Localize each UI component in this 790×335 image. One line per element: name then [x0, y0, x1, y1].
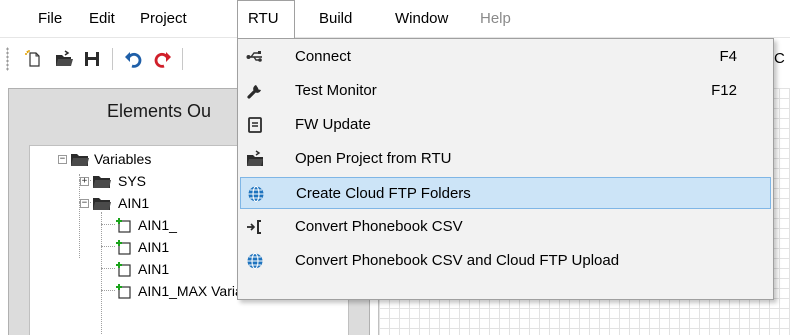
variable-icon: [116, 284, 131, 299]
folder-icon: [71, 154, 89, 166]
folder-icon: [93, 176, 111, 188]
menu-item-label: Test Monitor: [295, 82, 377, 99]
menu-item-label: Open Project from RTU: [295, 150, 452, 167]
menu-item-open-project-from-rtu[interactable]: Open Project from RTU: [240, 143, 771, 175]
tree-item-variable[interactable]: AIN1_MAX Variabl: [116, 280, 254, 302]
redo-icon[interactable]: [150, 47, 174, 71]
menu-item-label: Create Cloud FTP Folders: [296, 185, 471, 202]
menu-item-fw-update[interactable]: FW Update: [240, 109, 771, 141]
menu-edit[interactable]: Edit: [79, 0, 125, 38]
usb-icon: [246, 48, 264, 66]
menu-item-label: Convert Phonebook CSV: [295, 218, 463, 235]
menu-item-label: Convert Phonebook CSV and Cloud FTP Uplo…: [295, 252, 620, 269]
tree-item-sys[interactable]: + SYS: [80, 170, 146, 192]
tree-item-variable[interactable]: AIN1_: [116, 214, 177, 236]
tree-item-label: AIN1_: [138, 217, 177, 233]
variable-icon: [116, 240, 131, 255]
menu-item-connect[interactable]: Connect F4: [240, 41, 771, 73]
save-icon[interactable]: [80, 47, 104, 71]
tree-item-variable[interactable]: AIN1: [116, 258, 169, 280]
rtu-dropdown-menu: Connect F4 Test Monitor F12 FW Update Op…: [237, 38, 774, 300]
folder-icon: [93, 198, 111, 210]
menu-item-shortcut: F4: [719, 48, 737, 65]
menu-item-convert-phonebook-csv[interactable]: Convert Phonebook CSV: [240, 211, 771, 243]
menu-bar: File Edit Project RTU Build Window Help: [0, 0, 790, 38]
tree-item-label: Variables: [94, 151, 152, 167]
menu-item-convert-phonebook-csv-and-upload[interactable]: Convert Phonebook CSV and Cloud FTP Uplo…: [240, 245, 771, 277]
menu-file[interactable]: File: [28, 0, 72, 38]
open-folder-icon: [246, 150, 264, 168]
toolbar-grip[interactable]: [6, 47, 9, 71]
menu-item-label: FW Update: [295, 116, 371, 133]
variable-icon: [116, 262, 131, 277]
menu-item-test-monitor[interactable]: Test Monitor F12: [240, 75, 771, 107]
menu-item-shortcut: F12: [711, 82, 737, 99]
menu-item-create-cloud-ftp-folders[interactable]: Create Cloud FTP Folders: [240, 177, 771, 209]
tree-item-label: AIN1: [138, 261, 170, 277]
menu-rtu[interactable]: RTU: [237, 0, 295, 38]
toolbar-separator: [112, 48, 113, 70]
expand-icon[interactable]: +: [80, 176, 89, 186]
wrench-icon: [246, 82, 264, 100]
tree-item-ain1-folder[interactable]: − AIN1: [80, 192, 149, 214]
tree-item-label: AIN1: [138, 239, 170, 255]
globe-icon: [247, 185, 265, 203]
menu-window[interactable]: Window: [385, 0, 458, 38]
globe-icon: [246, 252, 264, 270]
menu-help[interactable]: Help: [470, 0, 521, 38]
tree-item-label: AIN1: [118, 195, 150, 211]
new-icon[interactable]: [22, 47, 46, 71]
menu-build[interactable]: Build: [309, 0, 362, 38]
variable-icon: [116, 218, 131, 233]
undo-icon[interactable]: [122, 47, 146, 71]
toolbar-separator: [182, 48, 183, 70]
tree-item-variable[interactable]: AIN1: [116, 236, 169, 258]
collapse-icon[interactable]: −: [58, 154, 67, 164]
chip-icon: [246, 116, 264, 134]
import-icon: [246, 218, 264, 236]
tree-item-variables[interactable]: − Variables: [58, 148, 151, 170]
open-icon[interactable]: [52, 47, 76, 71]
tree-item-label: SYS: [118, 173, 147, 189]
toolbar-clipped-label: C: [774, 50, 785, 67]
menu-item-label: Connect: [295, 48, 351, 65]
collapse-icon[interactable]: −: [80, 198, 89, 208]
menu-project[interactable]: Project: [130, 0, 197, 38]
